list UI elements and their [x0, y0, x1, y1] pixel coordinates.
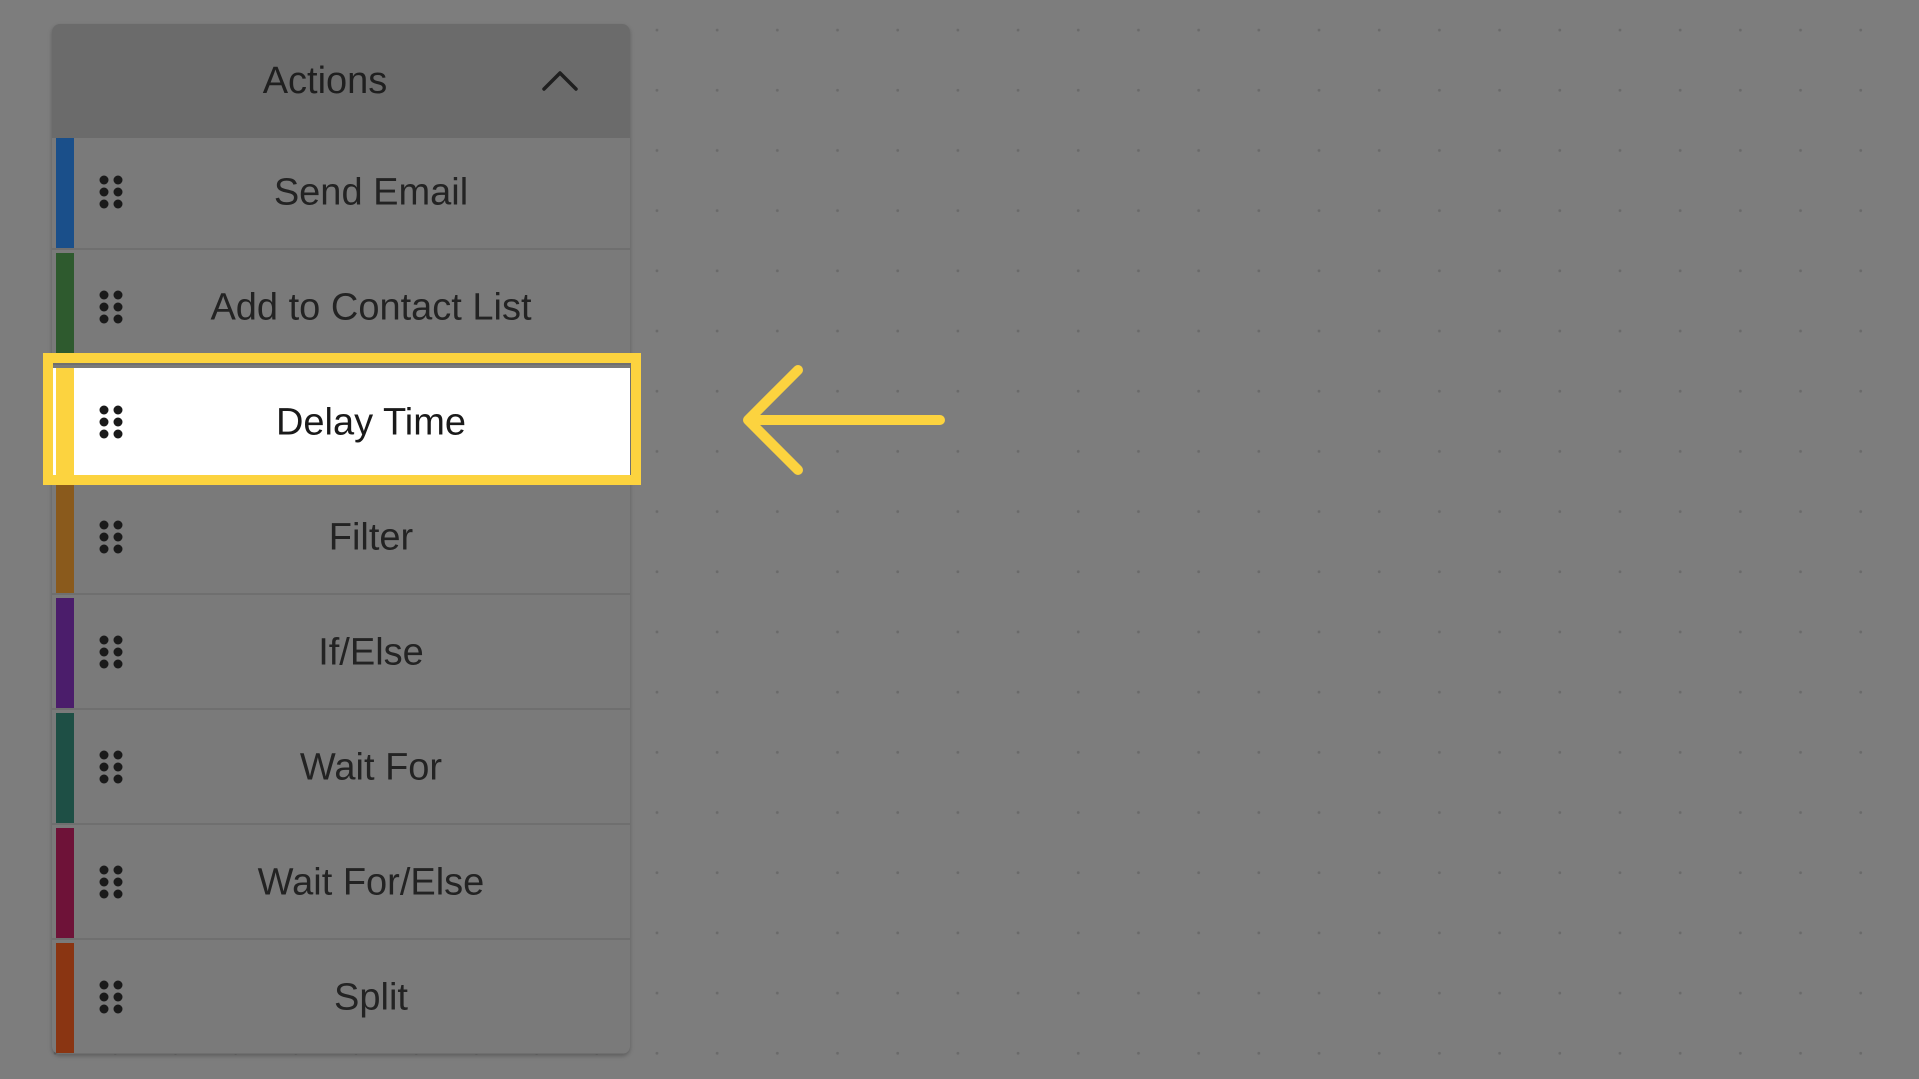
action-item-add-to-contact-list[interactable]: Add to Contact List [52, 253, 630, 365]
panel-title: Actions [262, 59, 388, 102]
action-item-wait-for-else[interactable]: Wait For/Else [52, 828, 630, 940]
action-item-wait-for[interactable]: Wait For [52, 713, 630, 825]
action-label: Filter [328, 516, 414, 559]
action-label: Delay Time [275, 401, 467, 444]
action-color-bar [56, 713, 74, 823]
action-list: Send Email Add to Contact List Delay Time F… [52, 138, 630, 1054]
actions-panel-header[interactable]: Actions [52, 24, 630, 138]
action-color-bar [56, 598, 74, 708]
action-item-if-else[interactable]: If/Else [52, 598, 630, 710]
action-item-delay-time[interactable]: Delay Time [52, 368, 630, 480]
action-item-split[interactable]: Split [52, 943, 630, 1054]
actions-panel: Actions Send Email Add to Contact List Del… [52, 24, 630, 1054]
action-label: Wait For [299, 746, 443, 789]
action-color-bar [56, 943, 74, 1053]
chevron-up-icon[interactable] [540, 61, 580, 101]
action-label: Wait For/Else [257, 861, 485, 904]
arrow-left-icon [743, 365, 945, 475]
action-color-bar [56, 368, 74, 478]
action-label: Split [334, 976, 408, 1019]
action-color-bar [56, 828, 74, 938]
action-color-bar [56, 138, 74, 248]
action-item-send-email[interactable]: Send Email [52, 138, 630, 250]
action-color-bar [56, 253, 74, 363]
action-label: Add to Contact List [210, 286, 532, 329]
action-label: If/Else [318, 631, 424, 674]
action-label: Send Email [273, 171, 469, 214]
action-color-bar [56, 483, 74, 593]
action-item-filter[interactable]: Filter [52, 483, 630, 595]
